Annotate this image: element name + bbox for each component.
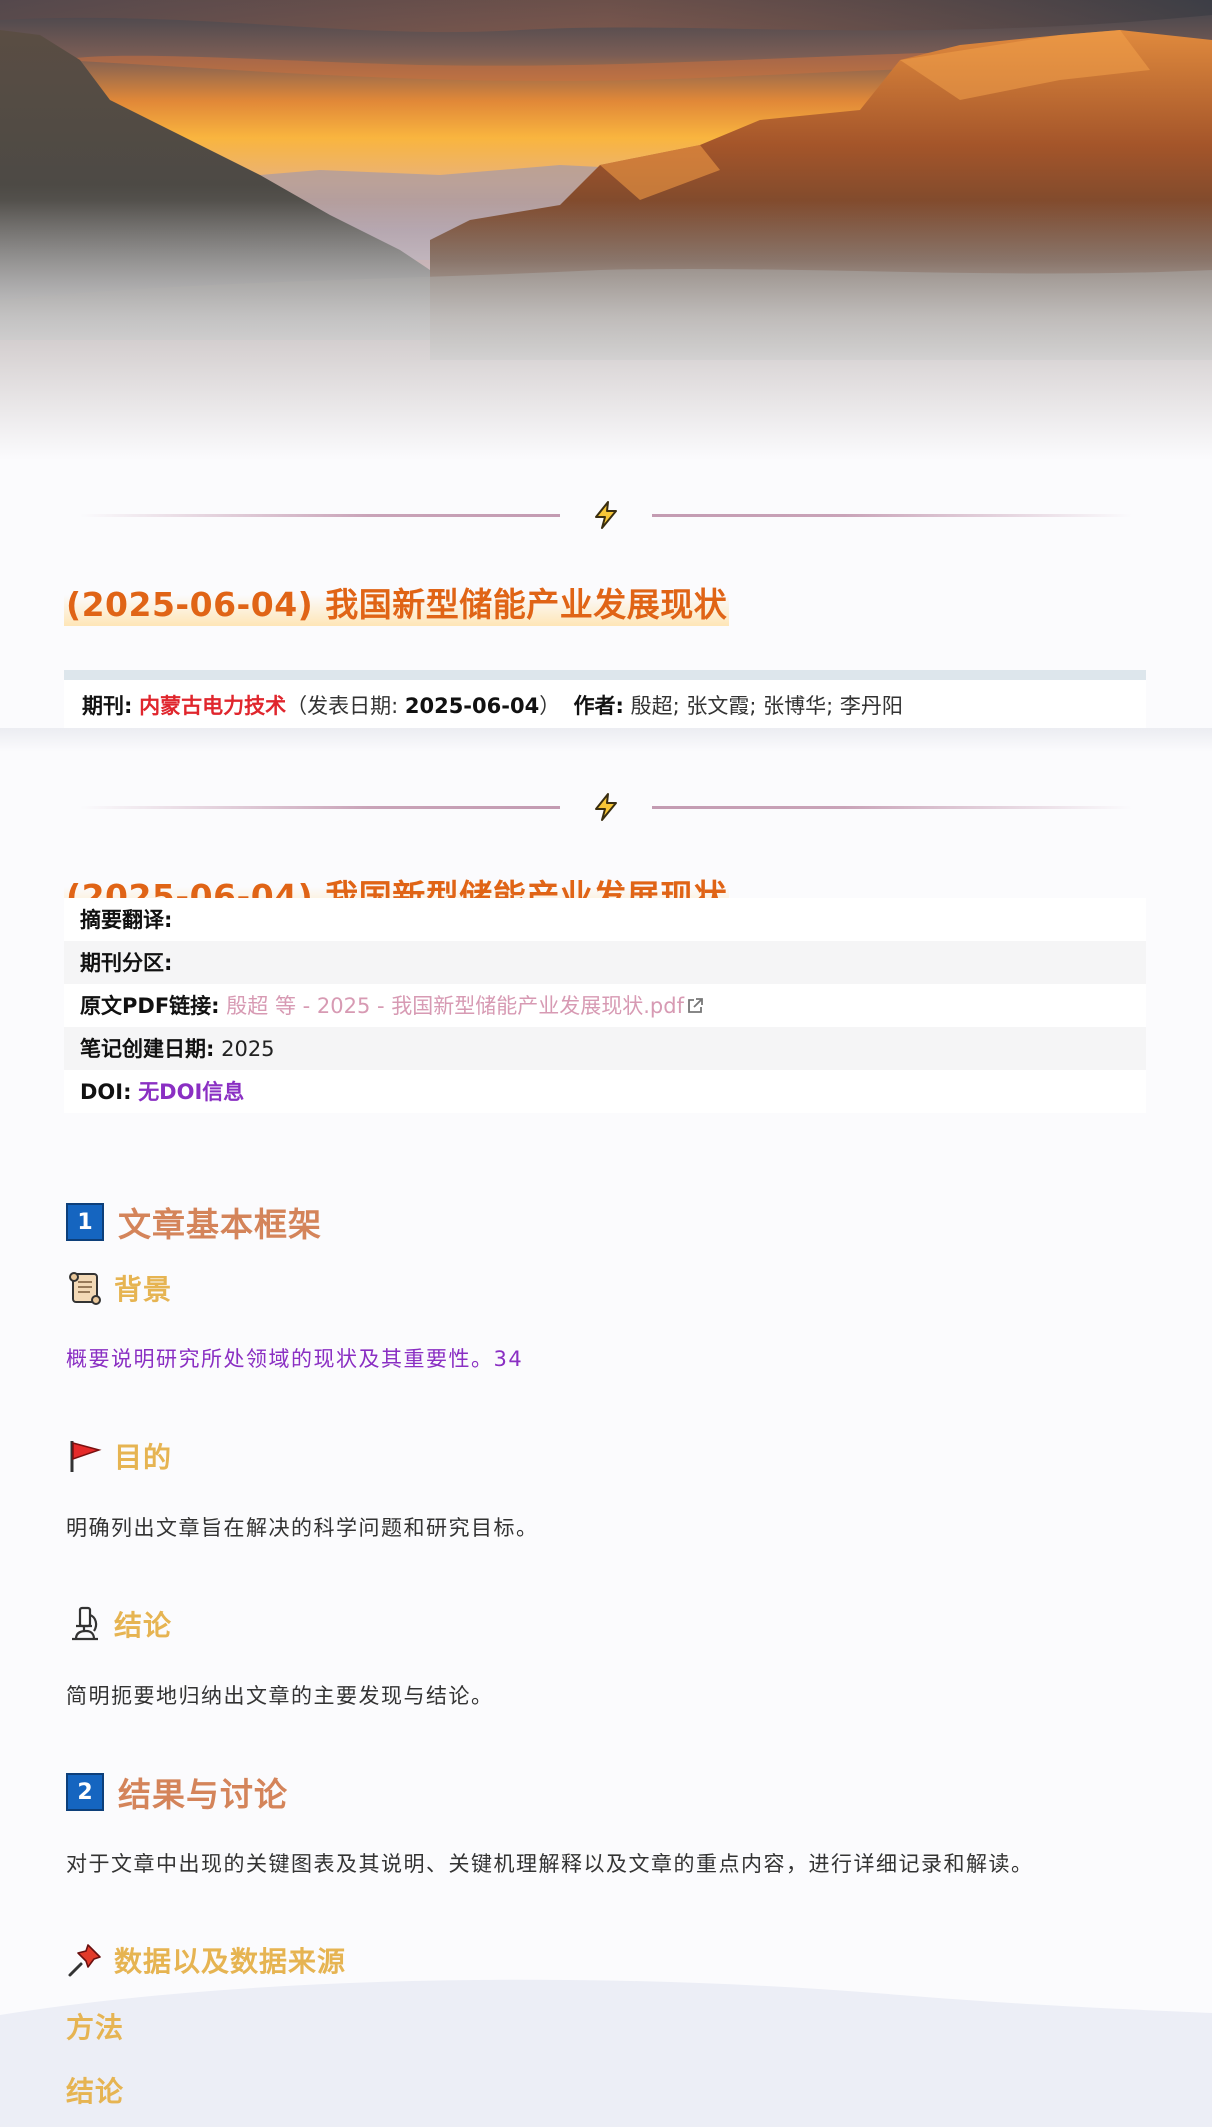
method-heading: 方法 <box>66 2011 125 2044</box>
info-row-pdf: 原文PDF链接: 殷超 等 - 2025 - 我国新型储能产业发展现状.pdf <box>64 984 1146 1027</box>
pubdate-prefix: （发表日期: <box>286 694 399 718</box>
metadata-bar: 期刊: 内蒙古电力技术（发表日期: 2025-06-04） 作者: 殷超; 张文… <box>64 670 1146 728</box>
subheading-data: 数据以及数据来源 <box>66 1940 346 1980</box>
purpose-title: 目的 <box>114 1441 173 1474</box>
divider-line-right <box>652 514 1132 517</box>
decorative-wave <box>0 1979 1212 2127</box>
section-heading-1: 1 文章基本框架 <box>66 1202 322 1244</box>
background-title: 背景 <box>114 1273 173 1306</box>
abstract-label: 摘要翻译: <box>80 908 173 932</box>
shadow-band <box>0 728 1212 752</box>
doi-value: 无DOI信息 <box>138 1080 245 1104</box>
microscope-icon <box>72 1606 98 1641</box>
info-row-created: 笔记创建日期: 2025 <box>64 1027 1146 1070</box>
hero-banner-image <box>0 0 1212 460</box>
scroll-icon <box>69 1272 101 1305</box>
authors-label: 作者: <box>573 694 624 718</box>
results-intro-text: 对于文章中出现的关键图表及其说明、关键机理解释以及文章的重点内容，进行详细记录和… <box>66 1852 1034 1876</box>
red-flag-icon <box>70 1441 102 1472</box>
section-title: 结果与讨论 <box>118 1775 288 1814</box>
lightning-bolt-icon <box>595 501 617 529</box>
section-divider <box>80 500 1132 530</box>
subheading-purpose: 目的 <box>66 1436 172 1476</box>
section-title: 文章基本框架 <box>118 1205 322 1244</box>
purpose-text: 明确列出文章旨在解决的科学问题和研究目标。 <box>66 1516 539 1540</box>
results-conclusion-heading: 结论 <box>66 2075 125 2108</box>
background-text: 概要说明研究所处领域的现状及其重要性。34 <box>66 1347 524 1371</box>
pdf-link[interactable]: 殷超 等 - 2025 - 我国新型储能产业发展现状.pdf <box>226 994 684 1018</box>
doi-label: DOI: <box>80 1080 132 1104</box>
data-title: 数据以及数据来源 <box>114 1945 347 1978</box>
pubdate-suffix: ） <box>539 694 561 718</box>
conclusion-text: 简明扼要地归纳出文章的主要发现与结论。 <box>66 1684 494 1708</box>
section-number-badge: 2 <box>66 1773 104 1811</box>
divider-line-right <box>652 806 1132 809</box>
pdf-label: 原文PDF链接: <box>80 994 220 1018</box>
publication-date: 2025-06-04 <box>404 694 540 718</box>
info-row-abstract: 摘要翻译: <box>64 898 1146 941</box>
page-title-repeat: (2025-06-04) 我国新型储能产业发展现状 <box>64 870 730 898</box>
external-link-icon[interactable] <box>686 997 704 1015</box>
zone-label: 期刊分区: <box>80 951 173 975</box>
conclusion-title: 结论 <box>114 1609 173 1642</box>
section-number-badge: 1 <box>66 1203 104 1241</box>
journal-label: 期刊: <box>82 694 133 718</box>
info-table: 摘要翻译: 期刊分区: 原文PDF链接: 殷超 等 - 2025 - 我国新型储… <box>64 898 1146 1113</box>
created-label: 笔记创建日期: <box>80 1037 215 1061</box>
journal-name: 内蒙古电力技术 <box>139 694 287 718</box>
lightning-bolt-icon <box>595 793 617 821</box>
section-heading-2: 2 结果与讨论 <box>66 1772 288 1814</box>
created-value: 2025 <box>221 1037 275 1061</box>
divider-line-left <box>80 806 560 809</box>
authors-list: 殷超; 张文霞; 张博华; 李丹阳 <box>630 694 903 718</box>
page-title: (2025-06-04) 我国新型储能产业发展现状 <box>64 578 730 626</box>
subheading-background: 背景 <box>66 1268 172 1308</box>
info-row-zone: 期刊分区: <box>64 941 1146 984</box>
sticky-title-clip: (2025-06-04) 我国新型储能产业发展现状 <box>0 862 1212 898</box>
subheading-conclusion: 结论 <box>66 1604 172 1644</box>
divider-line-left <box>80 514 560 517</box>
info-row-doi: DOI: 无DOI信息 <box>64 1070 1146 1113</box>
section-divider <box>80 792 1132 822</box>
pushpin-icon <box>68 1944 101 1977</box>
